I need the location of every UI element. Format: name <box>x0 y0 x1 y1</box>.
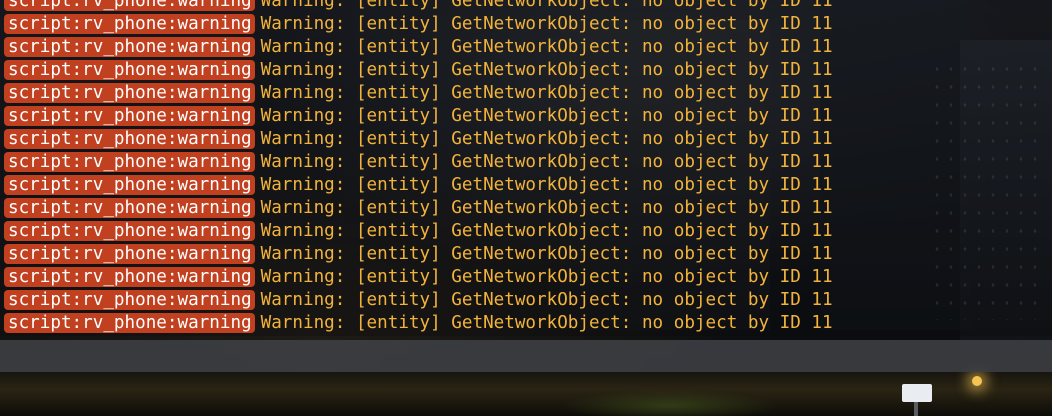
log-message: Warning: [entity] GetNetworkObject: no o… <box>260 59 833 80</box>
log-line: script:rv_phone:warning Warning: [entity]… <box>0 173 833 196</box>
log-line: script:rv_phone:warning Warning: [entity]… <box>0 265 833 288</box>
log-channel-badge: script:rv_phone:warning <box>4 36 255 57</box>
log-message: Warning: [entity] GetNetworkObject: no o… <box>260 289 833 310</box>
log-message: Warning: [entity] GetNetworkObject: no o… <box>260 151 833 172</box>
log-line: script:rv_phone:warning Warning: [entity]… <box>0 0 833 12</box>
log-message: Warning: [entity] GetNetworkObject: no o… <box>260 36 833 57</box>
log-channel-badge: script:rv_phone:warning <box>4 151 255 172</box>
log-line: script:rv_phone:warning Warning: [entity]… <box>0 12 833 35</box>
log-channel-badge: script:rv_phone:warning <box>4 266 255 287</box>
log-channel-badge: script:rv_phone:warning <box>4 289 255 310</box>
debug-console: script:rv_phone:warning Warning: [entity]… <box>0 0 1052 336</box>
night-street-scene <box>0 372 1052 416</box>
street-greenery <box>560 390 780 416</box>
log-line: script:rv_phone:warning Warning: [entity]… <box>0 150 833 173</box>
log-line: script:rv_phone:warning Warning: [entity]… <box>0 311 833 334</box>
log-channel-badge: script:rv_phone:warning <box>4 13 255 34</box>
log-line: script:rv_phone:warning Warning: [entity]… <box>0 35 833 58</box>
log-channel-badge: script:rv_phone:warning <box>4 82 255 103</box>
log-channel-badge: script:rv_phone:warning <box>4 220 255 241</box>
log-channel-badge: script:rv_phone:warning <box>4 197 255 218</box>
log-channel-badge: script:rv_phone:warning <box>4 243 255 264</box>
log-channel-badge: script:rv_phone:warning <box>4 59 255 80</box>
log-message: Warning: [entity] GetNetworkObject: no o… <box>260 312 833 333</box>
log-message: Warning: [entity] GetNetworkObject: no o… <box>260 243 833 264</box>
log-line: script:rv_phone:warning Warning: [entity]… <box>0 104 833 127</box>
log-message: Warning: [entity] GetNetworkObject: no o… <box>260 0 833 11</box>
log-message: Warning: [entity] GetNetworkObject: no o… <box>260 13 833 34</box>
game-screen: script:rv_phone:warning Warning: [entity]… <box>0 0 1052 416</box>
log-channel-badge: script:rv_phone:warning <box>4 174 255 195</box>
console-command-input[interactable] <box>0 340 1052 372</box>
log-message: Warning: [entity] GetNetworkObject: no o… <box>260 266 833 287</box>
log-channel-badge: script:rv_phone:warning <box>4 128 255 149</box>
log-message: Warning: [entity] GetNetworkObject: no o… <box>260 128 833 149</box>
log-channel-badge: script:rv_phone:warning <box>4 0 255 11</box>
log-line: script:rv_phone:warning Warning: [entity]… <box>0 196 833 219</box>
street-sign <box>902 384 932 402</box>
log-message: Warning: [entity] GetNetworkObject: no o… <box>260 105 833 126</box>
log-channel-badge: script:rv_phone:warning <box>4 105 255 126</box>
log-channel-badge: script:rv_phone:warning <box>4 312 255 333</box>
street-sign-post <box>914 402 918 416</box>
log-line: script:rv_phone:warning Warning: [entity]… <box>0 219 833 242</box>
log-message: Warning: [entity] GetNetworkObject: no o… <box>260 174 833 195</box>
log-line: script:rv_phone:warning Warning: [entity]… <box>0 242 833 265</box>
log-message: Warning: [entity] GetNetworkObject: no o… <box>260 82 833 103</box>
console-log-list[interactable]: script:rv_phone:warning Warning: [entity]… <box>0 0 833 334</box>
street-lamp-light <box>972 376 982 386</box>
log-line: script:rv_phone:warning Warning: [entity]… <box>0 81 833 104</box>
log-message: Warning: [entity] GetNetworkObject: no o… <box>260 197 833 218</box>
log-line: script:rv_phone:warning Warning: [entity]… <box>0 288 833 311</box>
log-line: script:rv_phone:warning Warning: [entity]… <box>0 127 833 150</box>
log-line: script:rv_phone:warning Warning: [entity]… <box>0 58 833 81</box>
log-message: Warning: [entity] GetNetworkObject: no o… <box>260 220 833 241</box>
